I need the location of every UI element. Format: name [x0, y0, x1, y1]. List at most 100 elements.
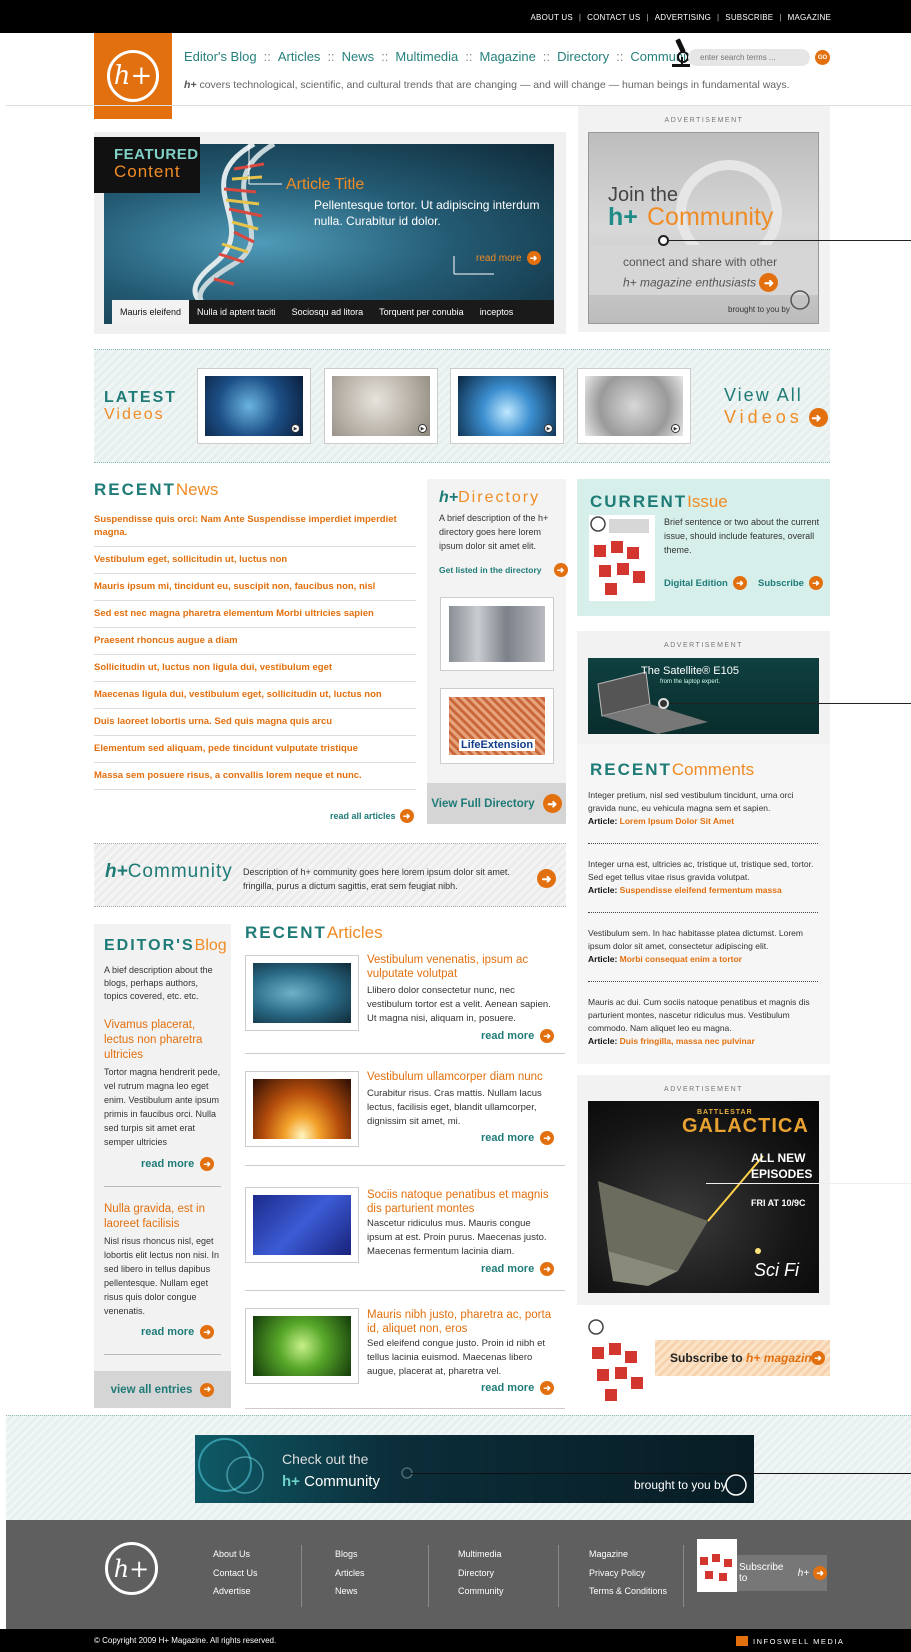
footer-link-about[interactable]: About Us [213, 1545, 258, 1564]
comment-article-label: Article: [588, 816, 620, 826]
blog-entry-title[interactable]: Nulla gravida, est in laoreet facilisis [104, 1202, 224, 1232]
blog-read-more[interactable]: read more ➜ [141, 1157, 215, 1171]
news-item[interactable]: Suspendisse quis orci: Nam Ante Suspendi… [94, 513, 416, 547]
top-link-about[interactable]: ABOUT US [531, 13, 573, 22]
footer-logo[interactable]: h+ [105, 1542, 158, 1595]
search-go-button[interactable]: GO [815, 50, 830, 65]
featured-tab-2[interactable]: Nulla id aptent taciti [189, 300, 284, 324]
featured-tab-1[interactable]: Mauris eleifend [112, 300, 190, 324]
subscribe-link[interactable]: Subscribe ➜ [758, 576, 823, 590]
article-title[interactable]: Sociis natoque penatibus et magnis dis p… [367, 1188, 557, 1216]
footer-divider [558, 1545, 559, 1607]
footer-link-terms[interactable]: Terms & Conditions [589, 1582, 667, 1601]
top-link-magazine[interactable]: MAGAZINE [788, 13, 831, 22]
comment-article-label: Article: [588, 1036, 620, 1046]
view-all-videos-2[interactable]: Videos ➜ [724, 407, 828, 428]
news-item[interactable]: Vestibulum eget, sollicitudin ut, luctus… [94, 547, 416, 574]
get-listed-link[interactable]: Get listed in the directory ➜ [439, 563, 568, 577]
article-thumbnail[interactable] [245, 1071, 359, 1147]
infoswell-logo[interactable]: INFOSWELL MEDIA [736, 1636, 844, 1646]
top-link-contact[interactable]: CONTACT US [587, 13, 640, 22]
footer-link-articles[interactable]: Articles [335, 1564, 365, 1583]
ad1-brand: h+ [608, 203, 638, 231]
comment-article-link[interactable]: Morbi consequat enim a tortor [620, 954, 742, 964]
video-thumbnail[interactable]: ▶ [450, 368, 564, 444]
nav-separator: :: [263, 49, 271, 64]
comment-article-link[interactable]: Duis fringilla, massa nec pulvinar [620, 1036, 755, 1046]
footer-link-contact[interactable]: Contact Us [213, 1564, 258, 1583]
article-title[interactable]: Vestibulum ullamcorper diam nunc [367, 1070, 557, 1084]
news-item[interactable]: Maecenas ligula dui, vestibulum eget, so… [94, 682, 416, 709]
news-item[interactable]: Praesent rhoncus augue a diam [94, 628, 416, 655]
view-full-directory-button[interactable]: View Full Directory ➜ [427, 783, 566, 824]
nav-magazine[interactable]: Magazine [480, 49, 536, 64]
featured-tab-4[interactable]: Torquent per conubia [371, 300, 472, 324]
current-issue-description: Brief sentence or two about the current … [664, 517, 820, 555]
article-read-more[interactable]: read more ➜ [481, 1262, 555, 1276]
article-title[interactable]: Mauris nibh justo, pharetra ac, porta id… [367, 1308, 557, 1336]
community-banner[interactable] [195, 1435, 754, 1503]
view-all-videos-1[interactable]: View All [724, 385, 803, 406]
article-read-more[interactable]: read more ➜ [481, 1029, 555, 1043]
featured-read-more[interactable]: read more ➜ [476, 251, 541, 265]
news-item[interactable]: Massa sem posuere risus, a convallis lor… [94, 763, 416, 790]
nav-directory[interactable]: Directory [557, 49, 609, 64]
video-thumbnail[interactable]: ▶ [577, 368, 691, 444]
nav-editors-blog[interactable]: Editor's Blog [184, 49, 257, 64]
nav-articles[interactable]: Articles [278, 49, 321, 64]
article-read-more[interactable]: read more ➜ [481, 1381, 555, 1395]
news-item[interactable]: Sed est nec magna pharetra elementum Mor… [94, 601, 416, 628]
video-thumbnail[interactable]: ▶ [324, 368, 438, 444]
featured-title[interactable]: Article Title [286, 176, 364, 194]
view-all-entries-button[interactable]: view all entries ➜ [94, 1371, 231, 1408]
footer-link-multimedia[interactable]: Multimedia [458, 1545, 504, 1564]
subscribe-magazine-link[interactable]: Subscribe to h+ magazine [670, 1351, 818, 1365]
directory-listing-image[interactable]: LifeExtension [440, 688, 554, 764]
video-thumbnail[interactable]: ▶ [197, 368, 311, 444]
article-title[interactable]: Vestibulum venenatis, ipsum ac vulputate… [367, 953, 557, 981]
videos-heading-2: Videos [104, 406, 165, 423]
footer-column: Magazine Privacy Policy Terms & Conditio… [589, 1545, 667, 1601]
featured-tab-5[interactable]: inceptos [472, 300, 522, 324]
footer-link-directory[interactable]: Directory [458, 1564, 504, 1583]
footer-link-news[interactable]: News [335, 1582, 365, 1601]
site-logo[interactable]: h+ [94, 33, 172, 119]
footer-link-advertise[interactable]: Advertise [213, 1582, 258, 1601]
digital-edition-link[interactable]: Digital Edition ➜ [664, 576, 747, 590]
read-all-articles-link[interactable]: read all articles ➜ [330, 809, 414, 823]
blog-entry-title[interactable]: Vivamus placerat, lectus non pharetra ul… [104, 1018, 224, 1063]
footer-link-magazine[interactable]: Magazine [589, 1545, 667, 1564]
article-thumbnail[interactable] [245, 1308, 359, 1384]
featured-tab-3[interactable]: Sociosqu ad litora [284, 300, 372, 324]
banner-brought-by: brought to you by [634, 1478, 727, 1492]
footer-link-blogs[interactable]: Blogs [335, 1545, 365, 1564]
directory-description: A brief description of the h+ directory … [439, 513, 549, 551]
infoswell-icon [736, 1636, 748, 1646]
news-item[interactable]: Mauris ipsum mi, tincidunt eu, suscipit … [94, 574, 416, 601]
directory-listing-image[interactable] [440, 597, 554, 671]
article-thumbnail[interactable] [245, 1187, 359, 1263]
news-item[interactable]: Sollicitudin ut, luctus non ligula dui, … [94, 655, 416, 682]
footer-link-privacy[interactable]: Privacy Policy [589, 1564, 667, 1583]
article-read-more[interactable]: read more ➜ [481, 1131, 555, 1145]
comment-article-link[interactable]: Lorem Ipsum Dolor Sit Amet [620, 816, 734, 826]
arrow-right-icon[interactable]: ➜ [811, 1351, 825, 1365]
subscribe-cover-image[interactable] [587, 1317, 655, 1405]
footer-subscribe-link[interactable]: Subscribe to h+ ➜ [737, 1555, 827, 1591]
top-link-advertising[interactable]: ADVERTISING [655, 13, 711, 22]
search-input[interactable] [688, 49, 810, 66]
blog-read-more[interactable]: read more ➜ [141, 1325, 215, 1339]
arrow-right-icon[interactable]: ➜ [537, 869, 556, 888]
issue-cover-image[interactable] [589, 515, 655, 601]
blog-heading-b: Blog [194, 937, 227, 954]
footer-magazine-cover[interactable] [697, 1539, 737, 1592]
footer-link-community[interactable]: Community [458, 1582, 504, 1601]
featured-label-1: FEATURED [114, 146, 199, 163]
news-item[interactable]: Elementum sed aliquam, pede tincidunt vu… [94, 736, 416, 763]
nav-news[interactable]: News [342, 49, 375, 64]
comment-article-link[interactable]: Suspendisse eleifend fermentum massa [620, 885, 782, 895]
news-item[interactable]: Duis laoreet lobortis urna. Sed quis mag… [94, 709, 416, 736]
top-link-subscribe[interactable]: SUBSCRIBE [725, 13, 773, 22]
nav-multimedia[interactable]: Multimedia [395, 49, 458, 64]
article-thumbnail[interactable] [245, 955, 359, 1031]
